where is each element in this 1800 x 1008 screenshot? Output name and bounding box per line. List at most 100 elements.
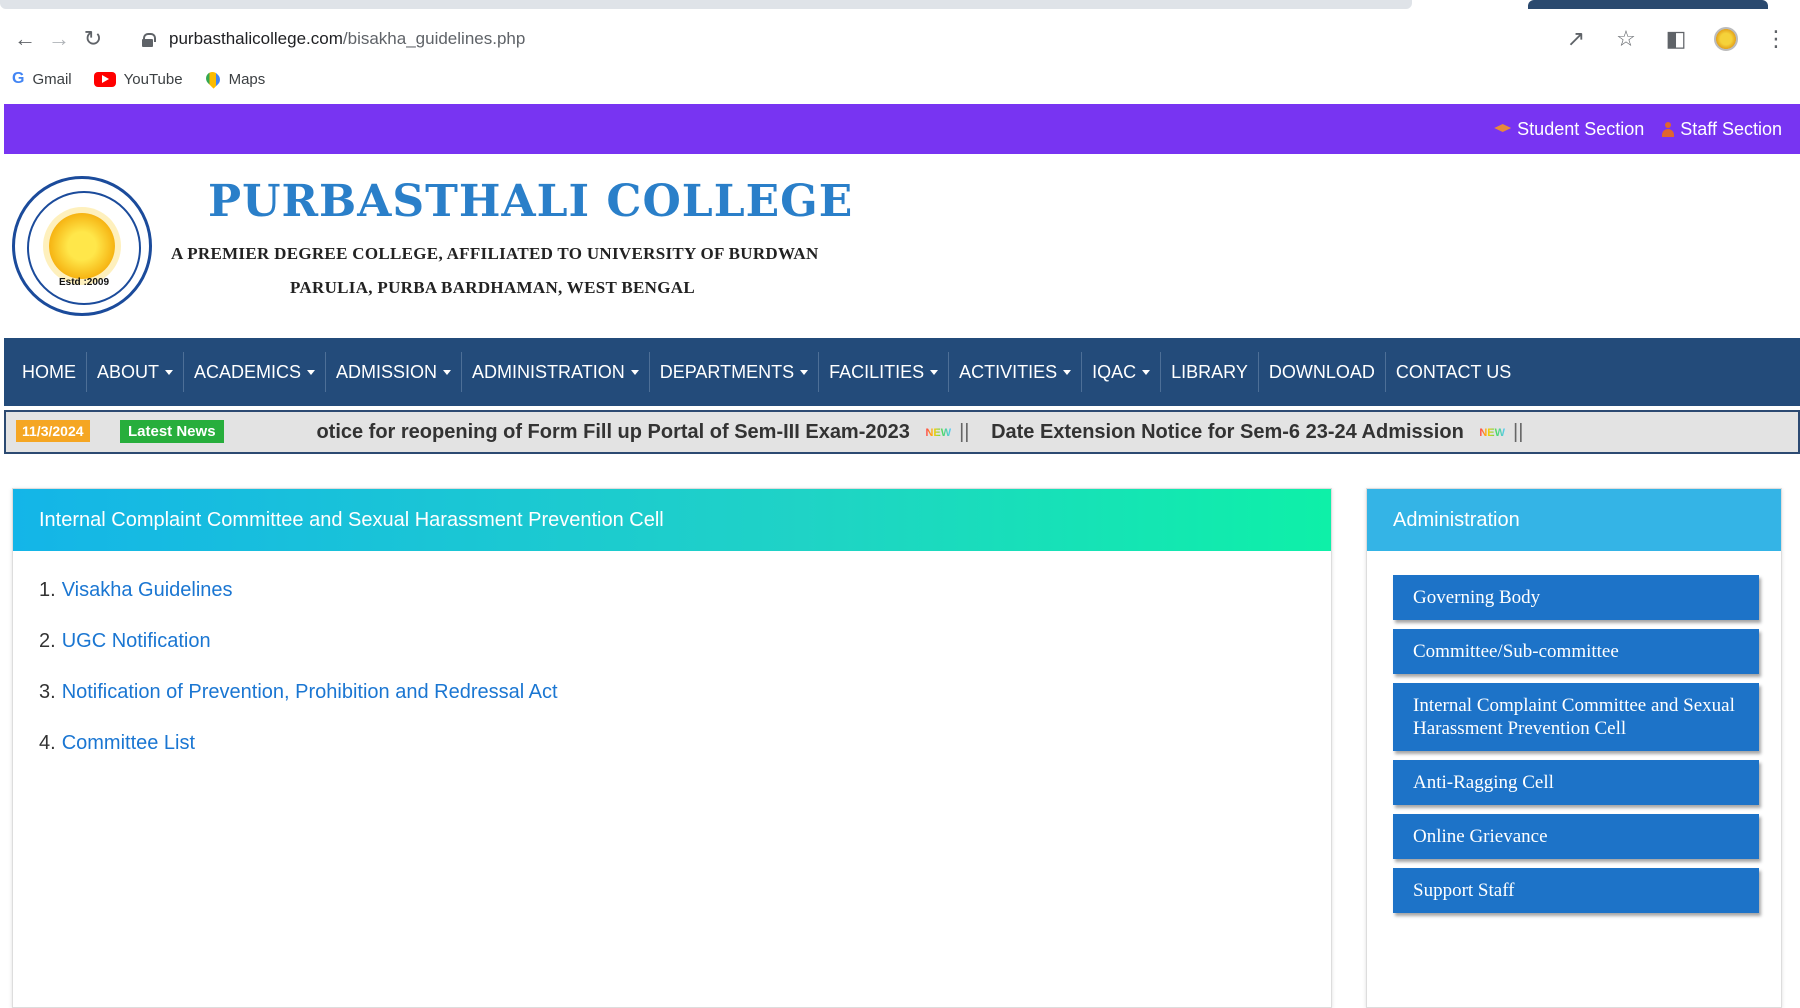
news-separator: || [1513, 421, 1524, 443]
ugc-notification-link[interactable]: UGC Notification [62, 630, 211, 652]
latest-news-badge: Latest News [120, 420, 224, 443]
ticker-marquee: Notice for reopening of Form Fill up Por… [316, 412, 1776, 452]
nav-label: CONTACT US [1395, 361, 1512, 382]
sidebar-item-anti-ragging[interactable]: Anti-Ragging Cell [1393, 760, 1759, 805]
list-item: 2. UGC Notification [39, 630, 1331, 681]
nav-label: FACILITIES [829, 361, 925, 382]
committee-list-link[interactable]: Committee List [62, 732, 195, 754]
caret-down-icon [800, 369, 809, 375]
nav-label: ACADEMICS [194, 361, 302, 382]
logo-estd-text: Estd :2009 [59, 277, 110, 288]
side-panel-icon[interactable]: ◧ [1658, 22, 1694, 56]
nav-download[interactable]: DOWNLOAD [1259, 352, 1386, 392]
administration-sidebar: Administration Governing Body Committee/… [1366, 488, 1782, 1008]
youtube-icon [93, 71, 116, 87]
nav-label: HOME [22, 361, 76, 382]
main-navigation: HOME ABOUT ACADEMICS ADMISSION ADMINISTR… [4, 338, 1800, 406]
news-item-link[interactable]: Date Extension Notice for Sem-6 23-24 Ad… [991, 421, 1464, 443]
news-separator: || [959, 421, 970, 443]
item-number: 4. [39, 732, 56, 754]
college-tagline: A PREMIER DEGREE COLLEGE, AFFILIATED TO … [171, 244, 819, 263]
item-number: 1. [39, 579, 56, 601]
list-item: 1. Visakha Guidelines [39, 579, 1331, 630]
nav-facilities[interactable]: FACILITIES [819, 352, 950, 392]
nav-label: ACTIVITIES [959, 361, 1058, 382]
college-address: PARULIA, PURBA BARDHAMAN, WEST BENGAL [290, 278, 695, 297]
nav-library[interactable]: LIBRARY [1161, 352, 1259, 392]
browser-tabstrip [0, 0, 1800, 14]
profile-avatar[interactable] [1708, 22, 1744, 56]
lock-icon [142, 32, 156, 47]
caret-down-icon [165, 369, 174, 375]
maps-icon [202, 69, 223, 89]
nav-academics[interactable]: ACADEMICS [184, 352, 327, 392]
user-icon [1662, 121, 1675, 137]
caret-down-icon [1063, 369, 1072, 375]
avatar [1714, 27, 1738, 51]
ticker-date-badge: 11/3/2024 [16, 420, 90, 442]
sidebar-item-icc[interactable]: Internal Complaint Committee and Sexual … [1393, 683, 1759, 751]
nav-admission[interactable]: ADMISSION [326, 352, 463, 392]
caret-down-icon [307, 369, 316, 375]
news-item-link[interactable]: Notice for reopening of Form Fill up Por… [316, 421, 910, 443]
list-item: 3. Notification of Prevention, Prohibitio… [39, 681, 1331, 732]
nav-label: IQAC [1092, 361, 1137, 382]
sidebar-item-online-grievance[interactable]: Online Grievance [1393, 814, 1759, 859]
sidebar-item-support-staff[interactable]: Support Staff [1393, 868, 1759, 913]
menu-kebab-icon[interactable]: ⋮ [1758, 22, 1794, 56]
college-logo[interactable]: Estd :2009 [12, 176, 152, 316]
nav-label: LIBRARY [1171, 361, 1248, 382]
ticker-text: Notice for reopening of Form Fill up Por… [316, 421, 1539, 444]
sun-emblem-icon [49, 213, 115, 279]
nav-administration[interactable]: ADMINISTRATION [462, 352, 650, 392]
staff-section-link[interactable]: Staff Section [1662, 119, 1782, 140]
profile-tab [1528, 0, 1768, 9]
site-header: Estd :2009 PURBASTHALI COLLEGE A PREMIER… [4, 154, 1800, 338]
sidebar-menu: Governing Body Committee/Sub-committee I… [1367, 551, 1781, 913]
sidebar-title: Administration [1367, 489, 1781, 551]
prevention-act-link[interactable]: Notification of Prevention, Prohibition … [62, 681, 558, 703]
news-ticker: 11/3/2024 Latest News Notice for reopeni… [4, 410, 1800, 454]
nav-iqac[interactable]: IQAC [1082, 352, 1162, 392]
nav-departments[interactable]: DEPARTMENTS [650, 352, 820, 392]
nav-label: DOWNLOAD [1268, 361, 1375, 382]
sidebar-item-committee[interactable]: Committee/Sub-committee [1393, 629, 1759, 674]
sidebar-item-governing-body[interactable]: Governing Body [1393, 575, 1759, 620]
nav-activities[interactable]: ACTIVITIES [949, 352, 1083, 392]
url-path: /bisakha_guidelines.php [342, 29, 526, 48]
nav-contact-us[interactable]: CONTACT US [1386, 352, 1521, 392]
student-section-link[interactable]: Student Section [1494, 119, 1644, 140]
browser-toolbar: ← → ↻ purbasthalicollege.com/bisakha_gui… [0, 14, 1800, 64]
staff-section-label: Staff Section [1680, 118, 1782, 139]
document-list: 1. Visakha Guidelines 2. UGC Notification … [13, 551, 1331, 783]
bookmark-youtube[interactable]: YouTube [93, 71, 183, 88]
nav-home[interactable]: HOME [12, 352, 87, 392]
caret-down-icon [930, 369, 939, 375]
nav-label: ADMINISTRATION [472, 361, 625, 382]
address-bar[interactable]: purbasthalicollege.com/bisakha_guideline… [142, 22, 525, 56]
panel-title: Internal Complaint Committee and Sexual … [13, 489, 1331, 551]
tab-strip-bar [0, 0, 1412, 9]
list-item: 4. Committee List [39, 732, 1331, 783]
forward-arrow-icon[interactable]: → [42, 22, 76, 56]
google-icon: G [12, 70, 25, 87]
graduation-cap-icon [1494, 124, 1512, 132]
back-arrow-icon[interactable]: ← [8, 22, 42, 56]
reload-icon[interactable]: ↻ [76, 22, 110, 56]
bookmark-label: Gmail [32, 70, 72, 88]
bookmark-gmail[interactable]: G Gmail [12, 70, 72, 88]
caret-down-icon [630, 369, 639, 375]
new-badge-icon: NEW [1479, 426, 1506, 439]
star-icon[interactable]: ☆ [1608, 22, 1644, 56]
nav-about[interactable]: ABOUT [87, 352, 185, 392]
nav-label: ADMISSION [336, 361, 438, 382]
nav-label: DEPARTMENTS [659, 361, 795, 382]
college-name: PURBASTHALI COLLEGE [208, 176, 854, 227]
top-utility-bar: Student Section Staff Section [4, 104, 1800, 154]
nav-label: ABOUT [97, 361, 160, 382]
share-icon[interactable]: ↗ [1558, 22, 1594, 56]
caret-down-icon [1142, 369, 1151, 375]
visakha-guidelines-link[interactable]: Visakha Guidelines [62, 579, 233, 601]
bookmark-maps[interactable]: Maps [202, 69, 265, 89]
new-badge-icon: NEW [925, 426, 952, 439]
